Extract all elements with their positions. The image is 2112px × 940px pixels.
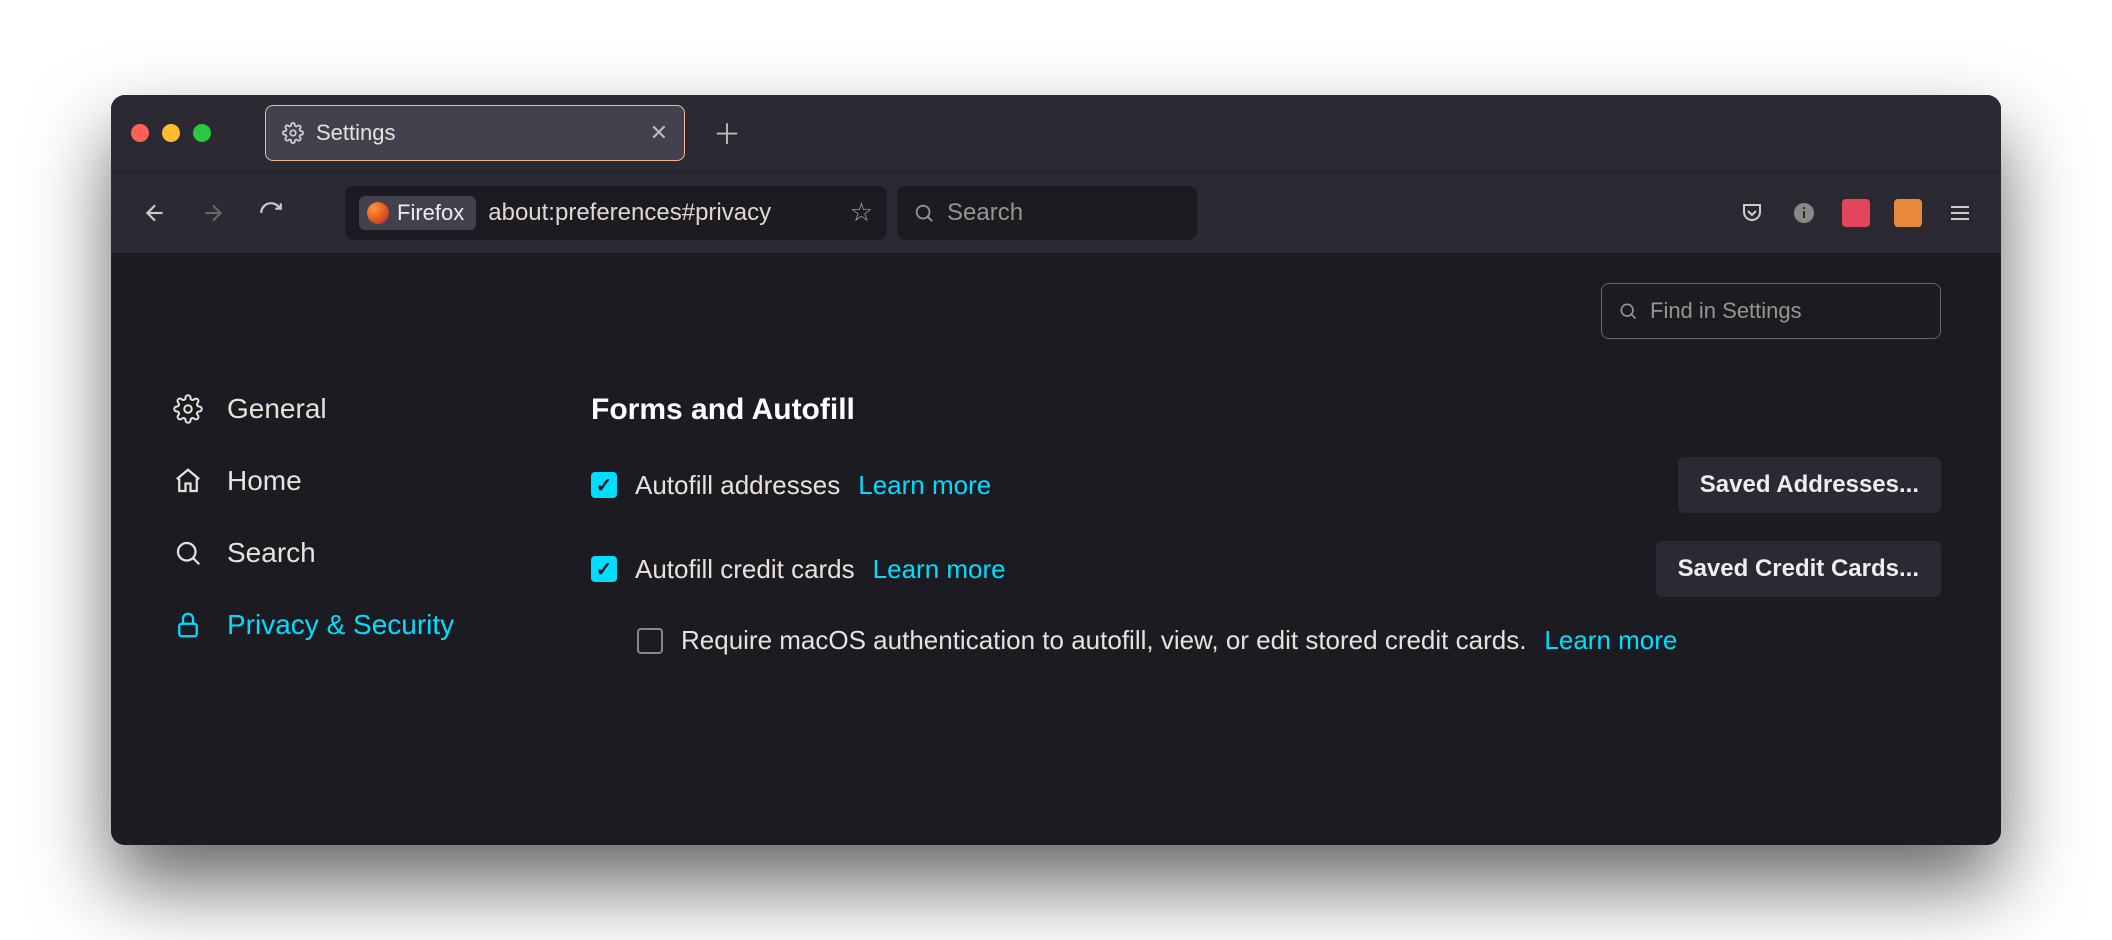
new-tab-button[interactable]: ＋ [699, 113, 755, 153]
tab-title: Settings [316, 120, 396, 146]
back-button[interactable] [131, 189, 179, 237]
checkbox-label: Autofill credit cards [635, 554, 855, 585]
reload-button[interactable] [247, 189, 295, 237]
settings-sidebar: General Home Search Privacy & Security [111, 273, 551, 845]
identity-badge[interactable]: Firefox [359, 196, 476, 230]
tab-settings[interactable]: Settings ✕ [265, 105, 685, 161]
url-text: about:preferences#privacy [488, 199, 771, 227]
checkbox-label: Autofill addresses [635, 470, 840, 501]
sidebar-item-label: Privacy & Security [227, 609, 454, 641]
toolbar: Firefox about:preferences#privacy ☆ Sear… [111, 171, 2001, 253]
tab-bar: Settings ✕ ＋ [111, 95, 2001, 171]
extension-1-button[interactable] [1835, 192, 1877, 234]
learn-more-link[interactable]: Learn more [1544, 625, 1677, 656]
sidebar-item-home[interactable]: Home [171, 465, 551, 497]
lock-icon [171, 610, 205, 640]
autofill-addresses-checkbox[interactable]: ✓ [591, 472, 617, 498]
close-window-button[interactable] [131, 124, 149, 142]
pocket-button[interactable] [1731, 192, 1773, 234]
forward-button[interactable] [189, 189, 237, 237]
firefox-logo-icon [367, 202, 389, 224]
close-tab-icon[interactable]: ✕ [650, 120, 668, 146]
section-title: Forms and Autofill [591, 393, 1941, 427]
info-button[interactable] [1783, 192, 1825, 234]
main-panel: Forms and Autofill ✓ Autofill addresses … [551, 273, 2001, 845]
learn-more-link[interactable]: Learn more [873, 554, 1006, 585]
sidebar-item-search[interactable]: Search [171, 537, 551, 569]
saved-credit-cards-button[interactable]: Saved Credit Cards... [1656, 541, 1941, 597]
window-controls [131, 124, 211, 142]
identity-label: Firefox [397, 200, 464, 226]
gear-icon [282, 122, 304, 144]
saved-addresses-button[interactable]: Saved Addresses... [1678, 457, 1941, 513]
find-in-settings-input[interactable]: Find in Settings [1601, 283, 1941, 339]
require-macos-auth-checkbox[interactable] [637, 628, 663, 654]
sidebar-item-label: Home [227, 465, 302, 497]
search-placeholder: Search [947, 199, 1023, 227]
learn-more-link[interactable]: Learn more [858, 470, 991, 501]
home-icon [171, 466, 205, 496]
autofill-addresses-row: ✓ Autofill addresses Learn more Saved Ad… [591, 457, 1941, 513]
require-macos-auth-row: Require macOS authentication to autofill… [637, 625, 1941, 656]
extension-2-button[interactable] [1887, 192, 1929, 234]
content-area: Find in Settings General Home Search [111, 253, 2001, 845]
autofill-credit-cards-row: ✓ Autofill credit cards Learn more Saved… [591, 541, 1941, 597]
search-icon [1618, 301, 1638, 321]
search-icon [913, 202, 935, 224]
gear-icon [171, 394, 205, 424]
browser-window: Settings ✕ ＋ Firefox about:preferences#p… [111, 95, 2001, 845]
app-menu-button[interactable] [1939, 192, 1981, 234]
sidebar-item-general[interactable]: General [171, 393, 551, 425]
search-icon [171, 538, 205, 568]
bookmark-star-icon[interactable]: ☆ [850, 197, 873, 228]
minimize-window-button[interactable] [162, 124, 180, 142]
maximize-window-button[interactable] [193, 124, 211, 142]
autofill-credit-cards-checkbox[interactable]: ✓ [591, 556, 617, 582]
sidebar-item-privacy[interactable]: Privacy & Security [171, 609, 551, 641]
search-bar[interactable]: Search [897, 186, 1197, 240]
checkbox-label: Require macOS authentication to autofill… [681, 625, 1526, 656]
sidebar-item-label: Search [227, 537, 316, 569]
sidebar-item-label: General [227, 393, 327, 425]
url-bar[interactable]: Firefox about:preferences#privacy ☆ [345, 186, 887, 240]
find-placeholder: Find in Settings [1650, 298, 1802, 324]
